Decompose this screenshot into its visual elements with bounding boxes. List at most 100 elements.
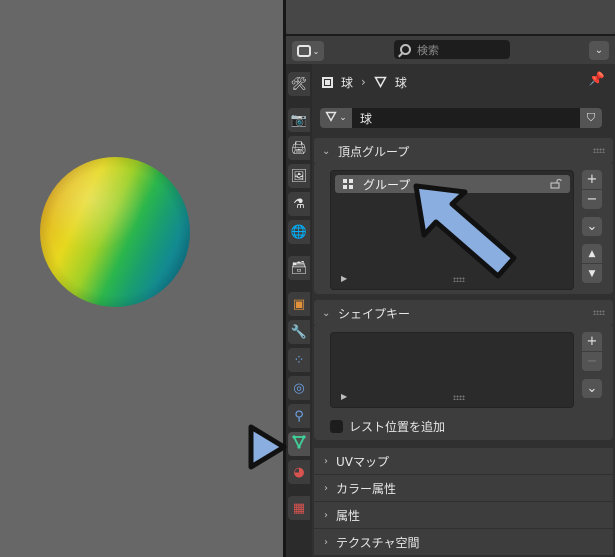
remove-shape-key-button[interactable]: − — [582, 352, 602, 371]
shape-keys-header[interactable]: ⌄ シェイプキー — [314, 300, 613, 326]
list-options-triangle-icon[interactable]: ▶ — [341, 392, 347, 401]
attributes-header[interactable]: › 属性 — [314, 502, 613, 528]
tab-modifiers[interactable]: 🔧 — [288, 320, 310, 344]
tab-world[interactable]: 🌐 — [288, 220, 310, 244]
shield-icon: ⛉ — [586, 111, 596, 124]
relative-checkbox-row[interactable]: レスト位置を追加 — [330, 418, 445, 435]
chevron-right-icon: › — [324, 455, 328, 467]
breadcrumb-separator-icon: › — [361, 75, 366, 89]
view-layer-icon: 🖼 — [290, 168, 308, 184]
tab-output[interactable]: 🖨 — [288, 136, 310, 160]
browse-mesh-button[interactable]: ⌄ — [320, 108, 352, 128]
search-placeholder: 検索 — [417, 43, 439, 57]
tab-texture[interactable]: ▦ — [288, 496, 310, 520]
texture-space-title: テクスチャ空間 — [336, 535, 420, 550]
chevron-down-icon: ⌄ — [312, 46, 320, 56]
fake-user-button[interactable]: ⛉ — [580, 108, 602, 128]
outliner-region — [286, 0, 615, 34]
properties-header: ⌄ 検索 ⌄ — [286, 36, 615, 64]
vertex-group-icon — [343, 178, 355, 190]
shape-keys-buttons: + − ⌄ — [582, 332, 602, 398]
annotation-play-arrow-icon — [248, 424, 287, 470]
object-icon — [322, 76, 333, 88]
tool-icon: 🛠 — [290, 76, 308, 92]
tab-physics[interactable]: ◎ — [288, 376, 310, 400]
add-shape-key-button[interactable]: + — [582, 332, 602, 351]
relative-checkbox-label: レスト位置を追加 — [349, 420, 446, 434]
move-down-button[interactable]: ▼ — [582, 264, 602, 283]
tab-material[interactable]: ◕ — [288, 460, 310, 484]
move-up-button[interactable]: ▲ — [582, 244, 602, 263]
3d-viewport[interactable] — [0, 0, 283, 557]
mesh-data-icon — [292, 435, 306, 453]
color-attributes-title: カラー属性 — [336, 481, 397, 496]
object-icon: ▣ — [292, 296, 306, 312]
physics-icon: ◎ — [293, 380, 305, 396]
scene-icon: ⚗ — [293, 196, 305, 212]
particles-icon: ⁘ — [293, 352, 305, 368]
chevron-right-icon: › — [324, 509, 328, 521]
chevron-down-icon: ⌄ — [339, 113, 347, 123]
remove-vertex-group-button[interactable]: − — [582, 190, 602, 209]
uv-maps-header[interactable]: › UVマップ — [314, 448, 613, 474]
tab-view-layer[interactable]: 🖼 — [288, 164, 310, 188]
pin-icon[interactable]: 📌 — [589, 72, 605, 87]
tab-tool[interactable]: 🛠 — [288, 72, 310, 96]
output-icon: 🖨 — [290, 140, 308, 156]
properties-panel: 球 › 球 📌 ⌄ 球 ⛉ ⌄ 頂点グループ グループ ▶ + − ⌄ ▲ ▼ … — [312, 64, 615, 557]
add-vertex-group-button[interactable]: + — [582, 170, 602, 189]
shape-keys-list[interactable]: ▶ — [330, 332, 574, 408]
tab-particles[interactable]: ⁘ — [288, 348, 310, 372]
vertex-groups-buttons: + − ⌄ ▲ ▼ — [582, 170, 602, 283]
list-resize-grip-icon[interactable] — [453, 395, 465, 400]
color-attributes-header[interactable]: › カラー属性 — [314, 475, 613, 501]
list-options-triangle-icon[interactable]: ▶ — [341, 274, 347, 283]
breadcrumb-mesh: 球 — [394, 75, 407, 90]
texture-icon: ▦ — [292, 500, 306, 516]
tab-mesh-data[interactable] — [288, 432, 310, 456]
annotation-arrow-icon — [413, 183, 517, 279]
vertex-group-specials-button[interactable]: ⌄ — [582, 217, 602, 236]
mesh-icon — [374, 76, 387, 88]
lock-icon[interactable] — [550, 178, 562, 189]
search-icon — [400, 44, 411, 55]
drag-grip-icon[interactable] — [593, 148, 605, 153]
tab-scene[interactable]: ⚗ — [288, 192, 310, 216]
tab-collection[interactable]: 🗃 — [288, 256, 310, 280]
options-button[interactable]: ⌄ — [589, 41, 609, 60]
material-icon: ◕ — [293, 464, 305, 480]
vertex-groups-header[interactable]: ⌄ 頂点グループ — [314, 138, 613, 164]
outliner-area — [286, 0, 615, 36]
properties-tabs: 🛠 📷 🖨 🖼 ⚗ 🌐 🗃 ▣ 🔧 ⁘ ◎ ⚲ ◕ ▦ — [286, 64, 312, 557]
vertex-group-name: グループ — [363, 177, 411, 192]
tab-constraints[interactable]: ⚲ — [288, 404, 310, 428]
vertex-groups-title: 頂点グループ — [338, 144, 410, 159]
properties-editor: ⌄ 検索 ⌄ 🛠 📷 🖨 🖼 ⚗ 🌐 🗃 ▣ 🔧 ⁘ ◎ ⚲ ◕ ▦ 球 › 球… — [286, 36, 615, 557]
collection-icon: 🗃 — [290, 260, 308, 276]
sphere-object[interactable] — [40, 157, 190, 307]
chevron-right-icon: › — [324, 536, 328, 548]
tab-object[interactable]: ▣ — [288, 292, 310, 316]
world-icon: 🌐 — [290, 224, 308, 240]
render-icon: 📷 — [290, 112, 308, 128]
mesh-icon — [325, 111, 337, 125]
uv-maps-title: UVマップ — [336, 454, 389, 469]
attributes-title: 属性 — [336, 508, 361, 523]
search-field[interactable]: 検索 — [394, 40, 510, 59]
drag-grip-icon[interactable] — [593, 310, 605, 315]
modifier-icon: 🔧 — [290, 324, 308, 340]
tab-render[interactable]: 📷 — [288, 108, 310, 132]
relative-checkbox[interactable] — [330, 420, 343, 433]
chevron-right-icon: › — [324, 482, 328, 494]
shape-key-specials-button[interactable]: ⌄ — [582, 379, 602, 398]
chevron-down-icon: ⌄ — [322, 307, 331, 319]
properties-editor-icon — [296, 45, 311, 57]
shape-keys-title: シェイプキー — [338, 306, 411, 321]
constraints-icon: ⚲ — [294, 408, 304, 424]
shape-keys-body: ▶ + − ⌄ レスト位置を追加 — [314, 326, 613, 440]
breadcrumb-object: 球 — [341, 75, 354, 90]
mesh-name-field[interactable]: 球 — [352, 108, 588, 128]
editor-type-button[interactable]: ⌄ — [292, 41, 324, 61]
chevron-down-icon: ⌄ — [322, 145, 331, 157]
texture-space-header[interactable]: › テクスチャ空間 — [314, 529, 613, 555]
